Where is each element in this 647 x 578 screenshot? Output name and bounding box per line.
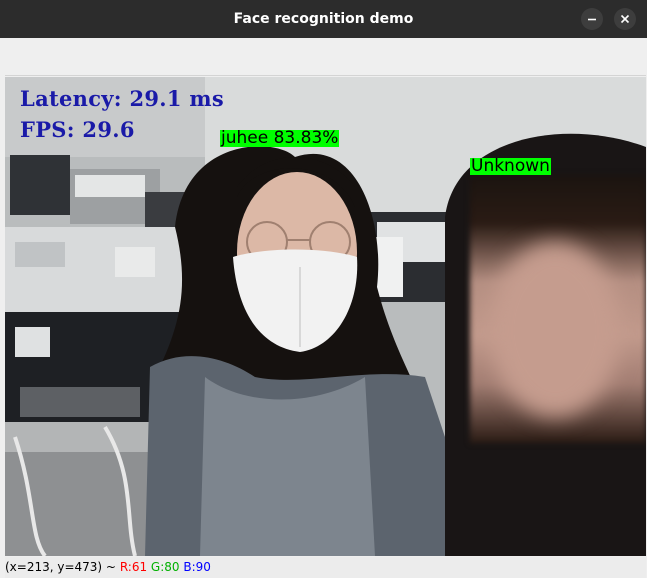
status-red: R:61 (119, 560, 148, 574)
close-icon (620, 14, 630, 24)
status-blue: B:90 (183, 560, 211, 574)
status-green: G:80 (150, 560, 180, 574)
minimize-icon (588, 18, 596, 21)
status-bar: (x=213, y=473) ~ R:61 G:80 B:90 (5, 557, 646, 578)
window-titlebar: Face recognition demo (0, 0, 647, 38)
window-title: Face recognition demo (233, 11, 414, 27)
latency-label: Latency: 29.1 ms (20, 86, 225, 111)
face-label-recognized: juhee 83.83% (220, 128, 340, 148)
minimize-button[interactable] (581, 8, 603, 30)
toolbar-area (5, 38, 646, 76)
fps-label: FPS: 29.6 (20, 117, 135, 142)
camera-frame[interactable]: Latency: 29.1 ms FPS: 29.6 juhee 83.83% … (5, 77, 646, 556)
close-button[interactable] (614, 8, 636, 30)
status-coords: (x=213, y=473) ~ (5, 560, 116, 574)
blurred-face (490, 242, 620, 417)
face-label-unknown: Unknown (470, 156, 551, 176)
